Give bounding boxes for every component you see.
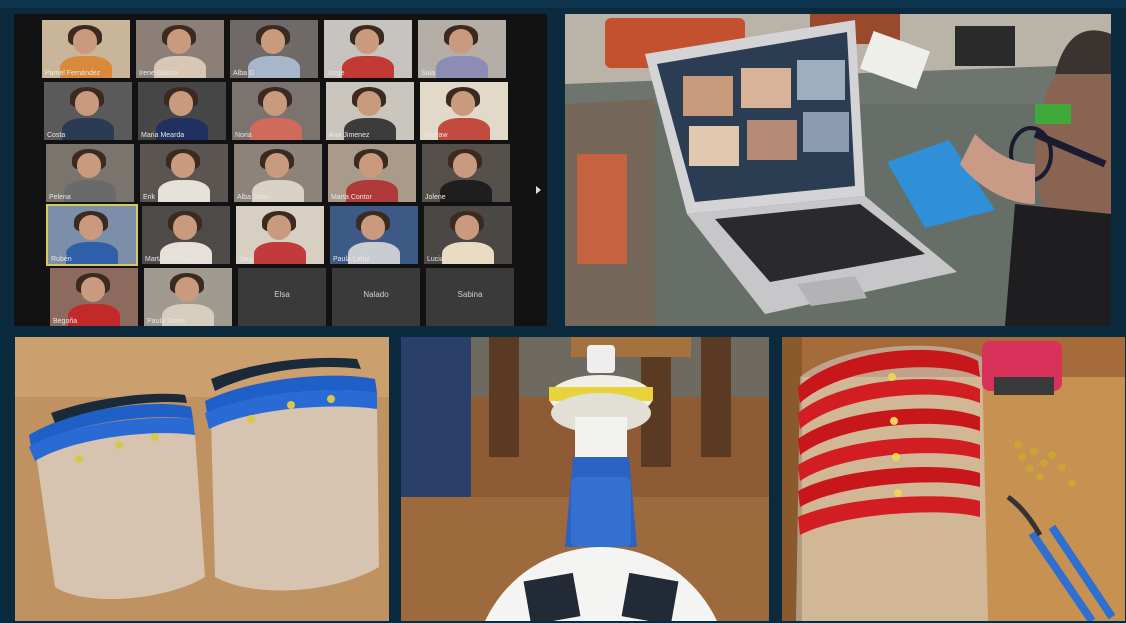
red-face-shields-photo bbox=[782, 337, 1125, 621]
participant-body bbox=[157, 179, 211, 202]
participant-body bbox=[65, 241, 119, 264]
participant-face bbox=[172, 215, 198, 240]
participant-name: Marta Rodríguez bbox=[145, 256, 198, 263]
participant-body bbox=[435, 55, 489, 78]
participant-face bbox=[266, 215, 292, 240]
participant-tile-no-video: Elsa bbox=[238, 268, 326, 326]
participant-tile: Noria bbox=[232, 82, 320, 140]
participant-name: Costa bbox=[47, 132, 66, 139]
participant-face bbox=[170, 153, 196, 178]
blue-face-shields-photo bbox=[15, 337, 389, 621]
participant-name: Pelena bbox=[49, 194, 71, 201]
participant-name: Jorg bbox=[239, 256, 253, 263]
participant-tile: Paula Lafuz bbox=[330, 206, 418, 264]
participant-name: Paula Sores bbox=[147, 318, 186, 325]
participant-face bbox=[174, 277, 200, 302]
laptop-video-call-photo bbox=[565, 14, 1111, 326]
participant-tile: Pamel Fernández bbox=[42, 20, 130, 78]
participant-name: Pamel Fernández bbox=[45, 70, 101, 77]
participant-tile: Alba Suru bbox=[234, 144, 322, 202]
participant-face bbox=[76, 153, 102, 178]
participant-body bbox=[249, 117, 303, 140]
participant-name: Jolene bbox=[425, 194, 446, 201]
participant-face bbox=[354, 29, 380, 54]
participant-name: Maria Mearda bbox=[141, 132, 185, 139]
mouse-cursor-icon bbox=[536, 186, 541, 194]
participant-face bbox=[450, 91, 476, 116]
participant-name: Begoña bbox=[53, 318, 78, 325]
participant-face bbox=[78, 215, 104, 240]
participant-name: Irene García bbox=[139, 70, 178, 77]
participant-name: Saia bbox=[421, 70, 436, 77]
participant-face bbox=[356, 91, 382, 116]
participant-tile: Marta Rodríguez bbox=[142, 206, 230, 264]
participant-tile: Marta Contor bbox=[328, 144, 416, 202]
participant-face bbox=[264, 153, 290, 178]
participant-name: Marta Contor bbox=[331, 194, 372, 201]
participant-name: Alba G bbox=[233, 70, 255, 77]
participant-body bbox=[247, 55, 301, 78]
participant-name: Erik bbox=[143, 194, 156, 201]
participant-tile: Ana Jimenez bbox=[326, 82, 414, 140]
participant-face bbox=[260, 29, 286, 54]
participant-tile: Jorg bbox=[236, 206, 324, 264]
participant-face bbox=[80, 277, 106, 302]
participant-face bbox=[448, 29, 474, 54]
participant-face bbox=[72, 29, 98, 54]
participant-face bbox=[452, 153, 478, 178]
participant-name: Jorge bbox=[327, 70, 345, 77]
participant-body bbox=[441, 241, 495, 264]
participant-body bbox=[341, 55, 395, 78]
participant-tile: Saia bbox=[418, 20, 506, 78]
participant-tile: Jolene bbox=[422, 144, 510, 202]
participant-body bbox=[439, 179, 493, 202]
participant-face bbox=[454, 215, 480, 240]
participant-tile: Erik bbox=[140, 144, 228, 202]
participant-face bbox=[74, 91, 100, 116]
participant-name: Paula Lafuz bbox=[333, 256, 370, 263]
participant-name: Ana Jimenez bbox=[329, 132, 370, 139]
participant-body bbox=[253, 241, 307, 264]
ventilator-adapter-photo bbox=[401, 337, 769, 621]
participant-tile: Costa bbox=[44, 82, 132, 140]
participant-tile: Jorge bbox=[324, 20, 412, 78]
participant-tile: Maria Mearda bbox=[138, 82, 226, 140]
video-call-screen-photo: Pamel Fernández Irene García Alba G Jorge Sa… bbox=[14, 14, 547, 326]
participant-name: Alba Suru bbox=[237, 194, 268, 201]
participant-face bbox=[358, 153, 384, 178]
participant-name: Sabina bbox=[457, 290, 483, 299]
participant-name: Lucia bbox=[427, 256, 444, 263]
participant-name: Elsa bbox=[274, 290, 290, 299]
participant-tile-no-video: Nalado bbox=[332, 268, 420, 326]
participant-name: Rubén bbox=[51, 256, 72, 263]
participant-name: Noria bbox=[235, 132, 252, 139]
participant-tile: Begoña bbox=[50, 268, 138, 326]
participant-face bbox=[262, 91, 288, 116]
participant-name: Macraw bbox=[423, 132, 448, 139]
participant-face bbox=[166, 29, 192, 54]
top-band bbox=[0, 0, 1126, 8]
participant-tile: Paula Sores bbox=[144, 268, 232, 326]
participant-tile: Macraw bbox=[420, 82, 508, 140]
participant-body bbox=[61, 117, 115, 140]
participant-tile: Alba G bbox=[230, 20, 318, 78]
participant-tile-no-video: Sabina bbox=[426, 268, 514, 326]
participant-tile: Rubén bbox=[46, 204, 138, 266]
participant-body bbox=[63, 179, 117, 202]
participant-tile: Irene García bbox=[136, 20, 224, 78]
participant-name: Nalado bbox=[363, 290, 389, 299]
participant-face bbox=[168, 91, 194, 116]
participant-tile: Pelena bbox=[46, 144, 134, 202]
participant-tile: Lucia bbox=[424, 206, 512, 264]
participant-face bbox=[360, 215, 386, 240]
